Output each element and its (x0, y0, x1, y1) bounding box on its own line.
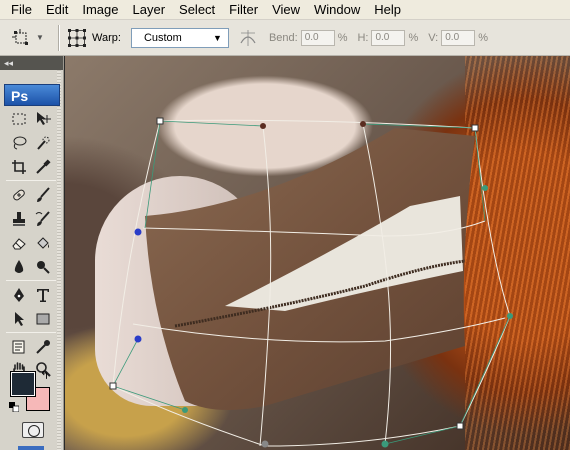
move-tool-icon[interactable] (32, 108, 54, 130)
transform-tool-icon (10, 27, 32, 49)
pen-tool-icon[interactable] (8, 284, 30, 306)
photoshop-logo[interactable]: Ps (4, 84, 60, 106)
healing-brush-tool-icon[interactable] (8, 184, 30, 206)
warp-control-point[interactable] (260, 123, 266, 129)
warp-control-point[interactable] (182, 407, 188, 413)
warp-style-value: Custom (143, 31, 182, 44)
panel-collapse-button[interactable]: ◂◂ (0, 56, 63, 70)
screen-mode-button[interactable] (18, 446, 44, 450)
bend-percent: % (337, 31, 348, 44)
warp-label: Warp: (92, 31, 121, 44)
h-input[interactable]: 0.0 (371, 29, 406, 46)
marquee-tool-icon[interactable] (8, 108, 30, 130)
vertical-distortion-field: V: 0.0 % (428, 29, 489, 46)
warp-control-point[interactable] (507, 313, 513, 319)
eyedropper-tool-icon[interactable] (32, 156, 54, 178)
tools-divider (6, 180, 56, 181)
dodge-tool-icon[interactable] (32, 256, 54, 278)
warp-control-point[interactable] (134, 228, 142, 236)
warp-control-point[interactable] (360, 121, 366, 127)
v-input[interactable]: 0.0 (441, 29, 476, 46)
document-canvas[interactable] (65, 56, 570, 450)
menu-view[interactable]: View (265, 0, 307, 20)
change-warp-orientation-icon[interactable] (237, 27, 259, 49)
path-selection-tool-icon[interactable] (8, 308, 30, 330)
bend-input[interactable]: 0.0 (300, 29, 335, 46)
default-colors-icon[interactable] (9, 401, 20, 413)
warp-corner-handle[interactable] (456, 422, 464, 430)
warp-control-point[interactable] (381, 440, 389, 448)
eyedropper-sample-tool-icon[interactable] (32, 336, 54, 358)
horizontal-distortion-field: H: 0.0 % (357, 29, 419, 46)
type-tool-icon[interactable] (32, 284, 54, 306)
tools-divider (6, 332, 56, 333)
lasso-tool-icon[interactable] (8, 132, 30, 154)
menu-image[interactable]: Image (75, 0, 125, 20)
warp-corner-handle[interactable] (471, 124, 479, 132)
h-label: H: (357, 31, 369, 44)
warp-style-dropdown[interactable]: Custom ▼ (130, 27, 229, 48)
foreground-color-swatch[interactable] (10, 371, 36, 397)
notes-tool-icon[interactable] (8, 336, 30, 358)
menu-help[interactable]: Help (367, 0, 408, 20)
crop-tool-icon[interactable] (8, 156, 30, 178)
chevron-down-icon: ▼ (36, 33, 44, 42)
bend-field: Bend: 0.0 % (268, 29, 348, 46)
menu-edit[interactable]: Edit (39, 0, 75, 20)
quick-mask-button[interactable] (22, 422, 44, 438)
v-label: V: (428, 31, 439, 44)
chevron-down-icon: ▼ (213, 32, 222, 43)
history-brush-tool-icon[interactable] (32, 208, 54, 230)
warp-control-point[interactable] (261, 440, 269, 448)
clone-stamp-tool-icon[interactable] (8, 208, 30, 230)
eraser-tool-icon[interactable] (8, 232, 30, 254)
warp-control-point[interactable] (482, 185, 488, 191)
menu-filter[interactable]: Filter (222, 0, 265, 20)
menu-bar: File Edit Image Layer Select Filter View… (0, 0, 570, 20)
warp-corner-handle[interactable] (109, 382, 117, 390)
paint-bucket-tool-icon[interactable] (32, 232, 54, 254)
menu-file[interactable]: File (4, 0, 39, 20)
warp-control-point[interactable] (134, 335, 142, 343)
brush-tool-icon[interactable] (32, 184, 54, 206)
menu-select[interactable]: Select (172, 0, 222, 20)
menu-layer[interactable]: Layer (126, 0, 173, 20)
warp-grid-icon[interactable] (66, 27, 88, 49)
tools-divider (6, 280, 56, 281)
menu-window[interactable]: Window (307, 0, 367, 20)
warp-corner-handle[interactable] (156, 117, 164, 125)
blur-tool-icon[interactable] (8, 256, 30, 278)
toolbar-divider (58, 24, 60, 51)
options-bar: ▼ Warp: Custom ▼ Bend: 0.0 % H: 0.0 % V: (0, 20, 570, 56)
tools-panel: ◂◂ Ps ↰ (0, 56, 64, 450)
rectangle-tool-icon[interactable] (32, 308, 54, 330)
quick-selection-tool-icon[interactable] (32, 132, 54, 154)
v-percent: % (478, 31, 489, 44)
h-percent: % (408, 31, 419, 44)
tool-preset-picker[interactable]: ▼ (10, 24, 52, 52)
panel-grip[interactable] (57, 70, 61, 450)
bend-label: Bend: (268, 31, 298, 44)
swap-colors-icon[interactable]: ↰ (40, 369, 49, 382)
